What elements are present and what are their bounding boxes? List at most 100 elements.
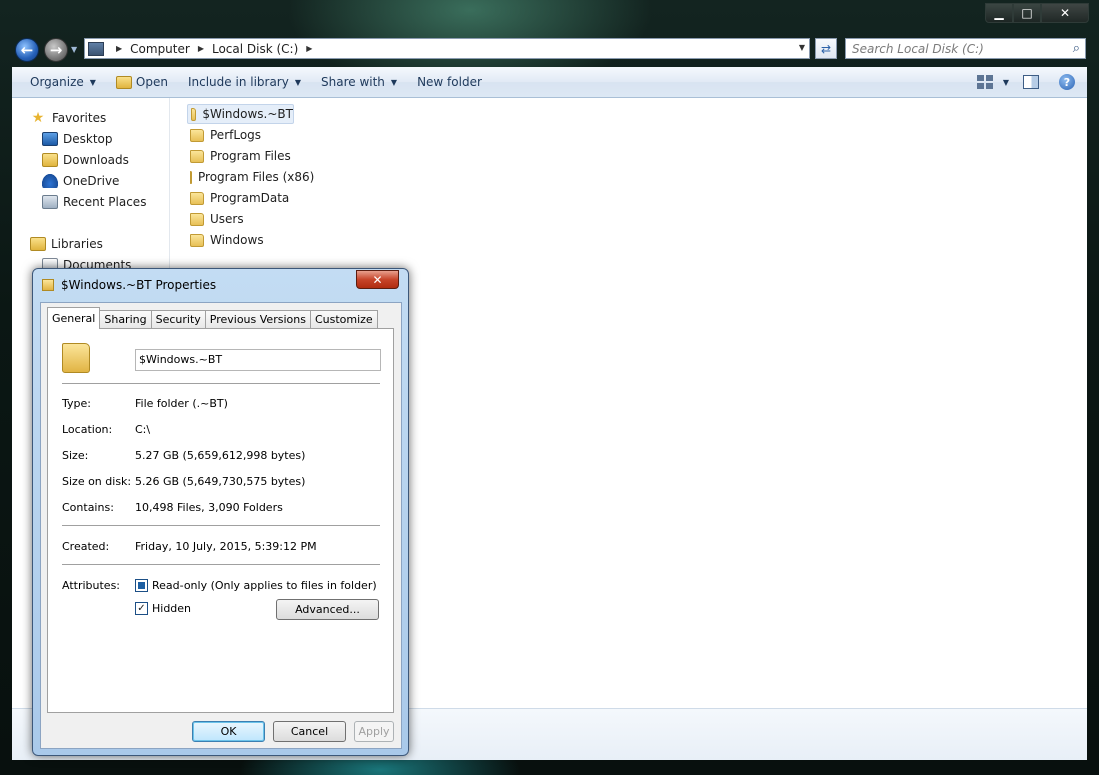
- size-on-disk-label: Size on disk:: [62, 475, 132, 488]
- divider: [62, 525, 380, 526]
- share-with-menu[interactable]: Share with ▼: [311, 67, 407, 97]
- address-dropdown-icon[interactable]: ▼: [799, 43, 805, 52]
- folder-icon: [190, 170, 192, 184]
- nav-item-label: Desktop: [63, 132, 113, 146]
- folder-icon: [190, 233, 204, 247]
- close-button[interactable]: ✕: [1041, 3, 1089, 23]
- hidden-checkbox[interactable]: ✓: [135, 602, 148, 615]
- contains-label: Contains:: [62, 501, 114, 514]
- folder-icon: [190, 149, 204, 163]
- search-placeholder: Search Local Disk (C:): [852, 41, 984, 56]
- breadcrumb-chevron-icon[interactable]: ▶: [306, 44, 312, 53]
- change-view-icon[interactable]: [976, 75, 993, 89]
- new-folder-button[interactable]: New folder: [407, 67, 492, 97]
- file-row-program-files-x86[interactable]: Program Files (x86): [187, 167, 314, 187]
- attributes-label: Attributes:: [62, 579, 121, 592]
- size-on-disk-value: 5.26 GB (5,649,730,575 bytes): [135, 475, 306, 488]
- back-arrow-icon: ←: [20, 41, 34, 59]
- preview-pane-icon[interactable]: [1023, 75, 1039, 89]
- advanced-button[interactable]: Advanced...: [276, 599, 379, 620]
- tab-sharing[interactable]: Sharing: [99, 310, 152, 328]
- include-in-library-label: Include in library: [187, 75, 289, 89]
- view-options-chevron-icon[interactable]: ▼: [1003, 78, 1009, 87]
- folder-icon: [190, 128, 204, 142]
- folder-icon: [190, 212, 204, 226]
- downloads-icon: [42, 153, 58, 167]
- folder-icon: [190, 191, 204, 205]
- chevron-down-icon: ▼: [89, 77, 96, 87]
- file-row-perflogs[interactable]: PerfLogs: [187, 125, 297, 145]
- tab-previous-versions[interactable]: Previous Versions: [204, 310, 311, 328]
- nav-item-downloads[interactable]: Downloads: [42, 153, 129, 167]
- chevron-down-icon: ▼: [390, 77, 398, 87]
- file-row-windows[interactable]: Windows: [187, 230, 297, 250]
- file-name: Users: [210, 212, 244, 226]
- file-row-program-files[interactable]: Program Files: [187, 146, 297, 166]
- folder-icon: [62, 343, 90, 373]
- breadcrumb-chevron-icon[interactable]: ▶: [198, 44, 204, 53]
- computer-icon: [88, 41, 104, 56]
- command-bar: Organize ▼ Open Include in library ▼ Sha…: [12, 67, 1087, 98]
- nav-libraries[interactable]: Libraries: [30, 237, 103, 251]
- nav-favorites[interactable]: ★ Favorites: [30, 110, 107, 126]
- readonly-label: Read-only (Only applies to files in fold…: [152, 579, 377, 592]
- help-icon[interactable]: ?: [1059, 74, 1075, 90]
- address-bar[interactable]: ▶ Computer ▶ Local Disk (C:) ▶ ▼: [84, 38, 810, 59]
- ok-button[interactable]: OK: [192, 721, 265, 742]
- open-button[interactable]: Open: [106, 67, 178, 97]
- file-name: PerfLogs: [210, 128, 262, 142]
- cancel-button[interactable]: Cancel: [273, 721, 346, 742]
- back-button[interactable]: ←: [15, 38, 39, 62]
- search-input[interactable]: Search Local Disk (C:) ⌕: [845, 38, 1086, 59]
- file-row-programdata[interactable]: ProgramData: [187, 188, 297, 208]
- onedrive-cloud-icon: [42, 174, 58, 188]
- breadcrumb-chevron-icon[interactable]: ▶: [116, 44, 122, 53]
- libraries-icon: [30, 237, 46, 251]
- folder-icon: [191, 107, 197, 121]
- refresh-button[interactable]: ⇄: [815, 38, 837, 59]
- nav-item-onedrive[interactable]: OneDrive: [42, 174, 119, 188]
- include-in-library-menu[interactable]: Include in library ▼: [178, 67, 311, 97]
- open-icon: [115, 75, 132, 89]
- folder-icon: [42, 279, 54, 291]
- nav-item-label: OneDrive: [63, 174, 120, 188]
- file-name: Program Files: [210, 149, 291, 163]
- recent-pages-dropdown[interactable]: ▼: [71, 45, 77, 54]
- desktop-icon: [42, 132, 58, 146]
- minimize-button[interactable]: ▁: [985, 3, 1013, 23]
- file-name: Windows: [210, 233, 264, 247]
- created-label: Created:: [62, 540, 110, 553]
- tab-general[interactable]: General: [47, 307, 101, 329]
- search-icon[interactable]: ⌕: [1073, 41, 1080, 56]
- dialog-close-button[interactable]: ✕: [356, 270, 399, 289]
- tab-security[interactable]: Security: [150, 310, 206, 328]
- nav-item-recent-places[interactable]: Recent Places: [42, 195, 146, 209]
- forward-button[interactable]: →: [44, 38, 68, 62]
- dialog-client: General Sharing Security Previous Versio…: [40, 302, 402, 749]
- properties-dialog: $Windows.~BT Properties ✕ General Sharin…: [32, 268, 409, 756]
- tab-customize[interactable]: Customize: [309, 310, 378, 328]
- nav-item-label: Downloads: [63, 153, 129, 167]
- divider: [62, 383, 380, 384]
- file-row-users[interactable]: Users: [187, 209, 297, 229]
- maximize-button[interactable]: □: [1013, 3, 1041, 23]
- breadcrumb-computer[interactable]: Computer: [130, 42, 190, 56]
- type-value: File folder (.~BT): [135, 397, 228, 410]
- file-row-windows-bt[interactable]: $Windows.~BT: [187, 104, 294, 124]
- readonly-checkbox[interactable]: [135, 579, 148, 592]
- apply-button[interactable]: Apply: [354, 721, 394, 742]
- folder-name-field[interactable]: $Windows.~BT: [135, 349, 381, 371]
- file-name: $Windows.~BT: [202, 107, 293, 121]
- divider: [62, 564, 380, 565]
- location-label: Location:: [62, 423, 113, 436]
- address-row: ← → ▼ ▶ Computer ▶ Local Disk (C:) ▶ ▼ ⇄…: [0, 32, 1099, 66]
- share-with-label: Share with: [321, 75, 385, 89]
- file-name: ProgramData: [210, 191, 290, 205]
- organize-menu[interactable]: Organize ▼: [12, 67, 106, 97]
- nav-item-desktop[interactable]: Desktop: [42, 132, 113, 146]
- dialog-title: $Windows.~BT Properties: [61, 278, 217, 292]
- recent-places-icon: [42, 195, 58, 209]
- created-value: Friday, 10 July, 2015, 5:39:12 PM: [135, 540, 317, 553]
- breadcrumb-local-disk[interactable]: Local Disk (C:): [212, 42, 298, 56]
- refresh-icon: ⇄: [820, 41, 832, 56]
